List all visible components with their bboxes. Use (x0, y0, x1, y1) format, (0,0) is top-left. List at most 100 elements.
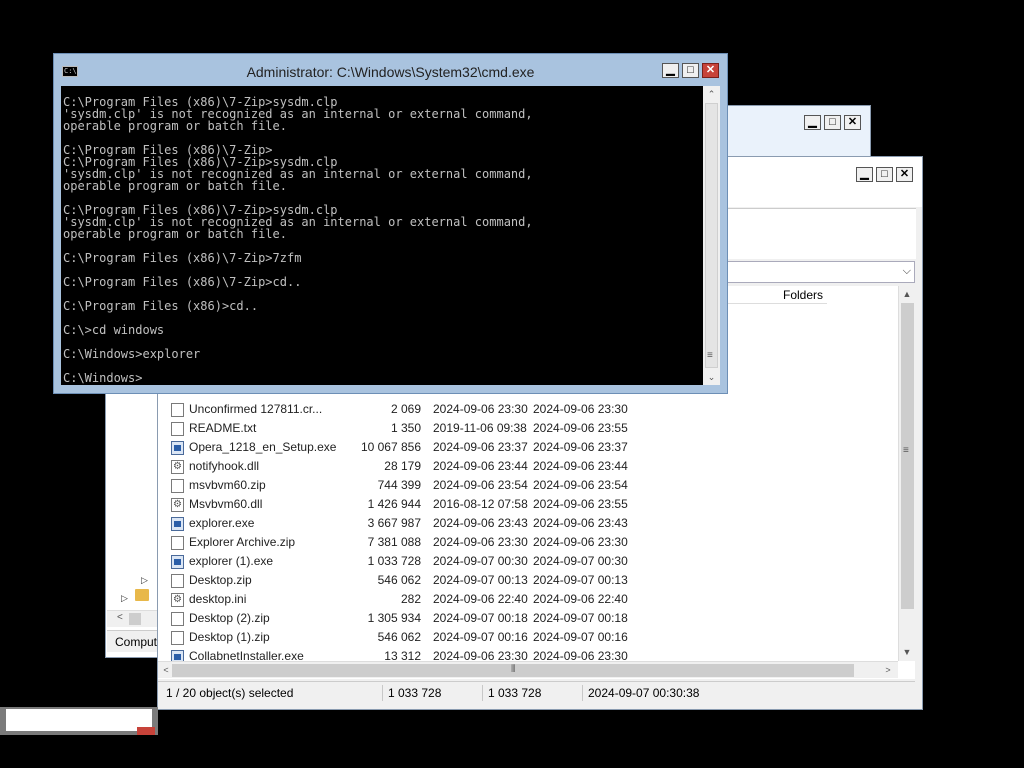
file-row[interactable]: Desktop.zip 546 062 2024-09-07 00:13 2024-0… (158, 571, 898, 590)
status-selection: 1 / 20 object(s) selected (166, 686, 294, 700)
file-name: Opera_1218_en_Setup.exe (189, 440, 337, 454)
file-created: 2024-09-06 23:30 (533, 402, 628, 416)
file-row[interactable]: Opera_1218_en_Setup.exe 10 067 856 2024-09… (158, 438, 898, 457)
file-name: Unconfirmed 127811.cr... (189, 402, 323, 416)
scroll-thumb[interactable] (901, 303, 914, 609)
file-name: Desktop (1).zip (189, 630, 270, 644)
grip-icon: ⦀ (511, 664, 516, 675)
tree-horizontal-scrollbar[interactable]: < (107, 610, 157, 627)
file-size: 546 062 (377, 573, 421, 587)
document-icon (171, 612, 184, 626)
file-name: README.txt (189, 421, 257, 435)
file-size: 1 350 (390, 421, 421, 435)
file-row[interactable]: Desktop (1).zip 546 062 2024-09-07 00:16 20… (158, 628, 898, 647)
file-row[interactable]: desktop.ini 282 2024-09-06 22:40 2024-09-06… (158, 590, 898, 609)
file-row[interactable]: msvbvm60.zip 744 399 2024-09-06 23:54 2024-… (158, 476, 898, 495)
taskbar-thumbnail[interactable] (0, 707, 158, 735)
minimize-button[interactable]: ▁ (856, 167, 873, 182)
console-text: C:\Program Files (x86)\7-Zip>sysdm.clp '… (63, 95, 533, 385)
status-bar: 1 / 20 object(s) selected 1 033 728 1 03… (158, 681, 915, 704)
folder-tree-panel[interactable]: ▷ ▷ (107, 393, 157, 628)
console-scrollbar[interactable]: ⌃ ≡ ⌄ (703, 86, 720, 385)
file-modified: 2024-09-06 23:30 (433, 402, 528, 416)
close-button[interactable]: ✕ (844, 115, 861, 130)
maximize-button[interactable]: □ (824, 115, 841, 130)
column-header-folders[interactable]: Folders (726, 286, 827, 304)
file-size: 744 399 (377, 478, 421, 492)
file-row[interactable]: Msvbvm60.dll 1 426 944 2016-08-12 07:58 202… (158, 495, 898, 514)
maximize-button[interactable]: □ (876, 167, 893, 182)
file-size: 1 033 728 (367, 554, 421, 568)
file-name: Msvbvm60.dll (189, 497, 263, 511)
file-created: 2024-09-07 00:18 (533, 611, 628, 625)
file-modified: 2024-09-06 23:30 (433, 535, 528, 549)
file-size: 282 (400, 592, 421, 606)
settings-file-icon (171, 590, 184, 609)
expand-arrow-icon[interactable]: ▷ (141, 575, 148, 586)
close-button[interactable]: ✕ (896, 167, 913, 182)
grip-icon: ≡ (707, 350, 713, 361)
file-size: 10 067 856 (360, 440, 421, 454)
status-packed-size: 1 033 728 (488, 686, 542, 700)
document-icon (171, 631, 184, 645)
file-row[interactable]: explorer.exe 3 667 987 2024-09-06 23:43 202… (158, 514, 898, 533)
document-icon (171, 536, 184, 550)
divider (382, 685, 383, 701)
scroll-right-icon[interactable]: > (880, 662, 896, 678)
file-size: 1 426 944 (367, 497, 421, 511)
file-created: 2024-09-07 00:13 (533, 573, 628, 587)
file-row[interactable]: Desktop (2).zip 1 305 934 2024-09-07 00:18… (158, 609, 898, 628)
document-icon (171, 574, 184, 588)
exe-file-icon (171, 441, 184, 455)
divider (482, 685, 483, 701)
settings-file-icon (171, 495, 184, 514)
expand-arrow-icon[interactable]: ▷ (121, 593, 128, 604)
file-row[interactable]: Explorer Archive.zip 7 381 088 2024-09-06 … (158, 533, 898, 552)
file-created: 2024-09-07 00:16 (533, 630, 628, 644)
file-created: 2024-09-06 22:40 (533, 592, 628, 606)
file-modified: 2024-09-07 00:18 (433, 611, 528, 625)
file-created: 2024-09-06 23:55 (533, 421, 628, 435)
minimize-button[interactable]: ▁ (804, 115, 821, 130)
scroll-down-icon[interactable]: ⌄ (703, 369, 720, 385)
file-created: 2024-09-06 23:37 (533, 440, 628, 454)
thumbnail-preview (6, 709, 152, 731)
maximize-button[interactable]: □ (682, 63, 699, 78)
file-modified: 2024-09-06 22:40 (433, 592, 528, 606)
vertical-scrollbar[interactable]: ▲ ≡ ▼ (898, 286, 915, 661)
file-size: 3 667 987 (367, 516, 421, 530)
file-modified: 2024-09-07 00:16 (433, 630, 528, 644)
chevron-down-icon[interactable]: ⌵ (903, 265, 911, 278)
close-indicator (137, 727, 155, 735)
exe-file-icon (171, 517, 184, 531)
file-name: explorer (1).exe (189, 554, 274, 568)
file-modified: 2024-09-06 23:44 (433, 459, 528, 473)
cmd-window[interactable]: C:\ Administrator: C:\Windows\System32\c… (53, 53, 728, 394)
scroll-left-icon[interactable]: < (117, 612, 123, 623)
file-modified: 2024-09-07 00:13 (433, 573, 528, 587)
status-modified: 2024-09-07 00:30:38 (588, 686, 700, 700)
close-button[interactable]: ✕ (702, 63, 719, 78)
file-row[interactable]: README.txt 1 350 2019-11-06 09:38 2024-09-0… (158, 419, 898, 438)
file-row[interactable]: Unconfirmed 127811.cr... 2 069 2024-09-06 … (158, 400, 898, 419)
file-name: Desktop (2).zip (189, 611, 270, 625)
minimize-button[interactable]: ▁ (662, 63, 679, 78)
document-icon (171, 422, 184, 436)
file-name: msvbvm60.zip (189, 478, 266, 492)
file-modified: 2016-08-12 07:58 (433, 497, 528, 511)
document-icon (171, 403, 184, 417)
scroll-up-icon[interactable]: ⌃ (703, 86, 720, 102)
status-size: 1 033 728 (388, 686, 442, 700)
exe-file-icon (171, 555, 184, 569)
scroll-thumb[interactable] (129, 613, 141, 625)
file-row[interactable]: explorer (1).exe 1 033 728 2024-09-07 00:3… (158, 552, 898, 571)
scroll-up-icon[interactable]: ▲ (899, 286, 915, 302)
scroll-down-icon[interactable]: ▼ (899, 644, 915, 660)
console-output[interactable]: C:\Program Files (x86)\7-Zip>sysdm.clp '… (61, 86, 703, 385)
file-row[interactable]: notifyhook.dll 28 179 2024-09-06 23:44 2024… (158, 457, 898, 476)
folder-icon (135, 589, 149, 601)
horizontal-scrollbar[interactable]: < ⦀ > (158, 661, 898, 678)
file-name: Explorer Archive.zip (189, 535, 296, 549)
cmd-title: Administrator: C:\Windows\System32\cmd.e… (246, 64, 535, 80)
scroll-thumb[interactable] (705, 103, 718, 368)
